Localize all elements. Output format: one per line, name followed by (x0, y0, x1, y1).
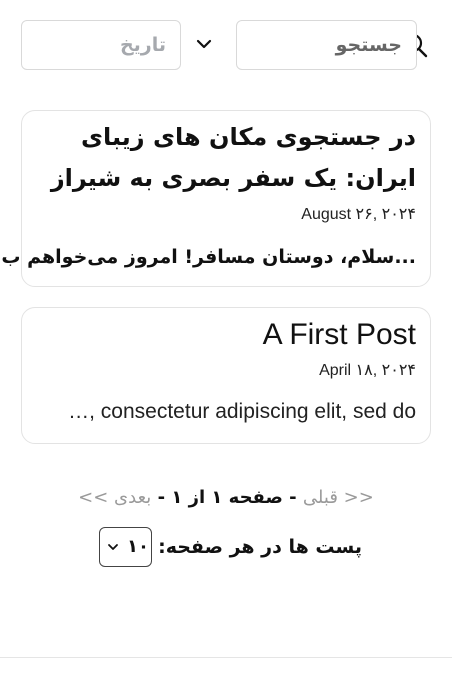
post-excerpt: سلام، دوستان مسافر! امروز می‌خواهم ب... (1, 246, 416, 268)
date-filter-input[interactable]: تاریخ (21, 20, 181, 70)
per-page-control: پست ها در هر صفحه: ۱۰ (0, 527, 452, 569)
per-page-select[interactable]: ۱۰ (99, 527, 152, 567)
search-bar: جستجو تاریخ (21, 20, 431, 70)
page-info: صفحه ۱ از ۱ (171, 487, 283, 508)
per-page-label: پست ها در هر صفحه: (158, 536, 362, 558)
post-card[interactable]: A First Post April ۱۸, ۲۰۲۴ …, consectet… (21, 307, 431, 444)
pagination-separator: - (151, 487, 172, 508)
post-title-line-1[interactable]: A First Post (263, 318, 416, 352)
post-title-line-1[interactable]: در جستجوی مکان های زیبای (81, 123, 416, 151)
search-input[interactable]: جستجو (236, 20, 417, 70)
next-page-link[interactable]: بعدی >> (78, 487, 151, 508)
date-placeholder: تاریخ (119, 34, 166, 56)
footer-divider (0, 657, 452, 658)
post-date: August ۲۶, ۲۰۲۴ (301, 206, 416, 223)
post-date: April ۱۸, ۲۰۲۴ (319, 362, 416, 379)
post-title-line-2[interactable]: ایران: یک سفر بصری به شیراز (51, 164, 416, 192)
chevron-down-icon[interactable] (195, 37, 213, 51)
per-page-value: ۱۰ (127, 536, 149, 557)
post-card[interactable]: در جستجوی مکان های زیبای ایران: یک سفر ب… (1, 110, 431, 287)
pagination: << قبلی - صفحه ۱ از ۱ - بعدی >> (0, 487, 452, 508)
prev-page-link[interactable]: << قبلی (303, 487, 374, 508)
chevron-down-icon (108, 544, 118, 550)
post-excerpt: …, consectetur adipiscing elit, sed do (68, 400, 416, 423)
search-placeholder: جستجو (335, 34, 402, 56)
pagination-separator: - (282, 487, 303, 508)
